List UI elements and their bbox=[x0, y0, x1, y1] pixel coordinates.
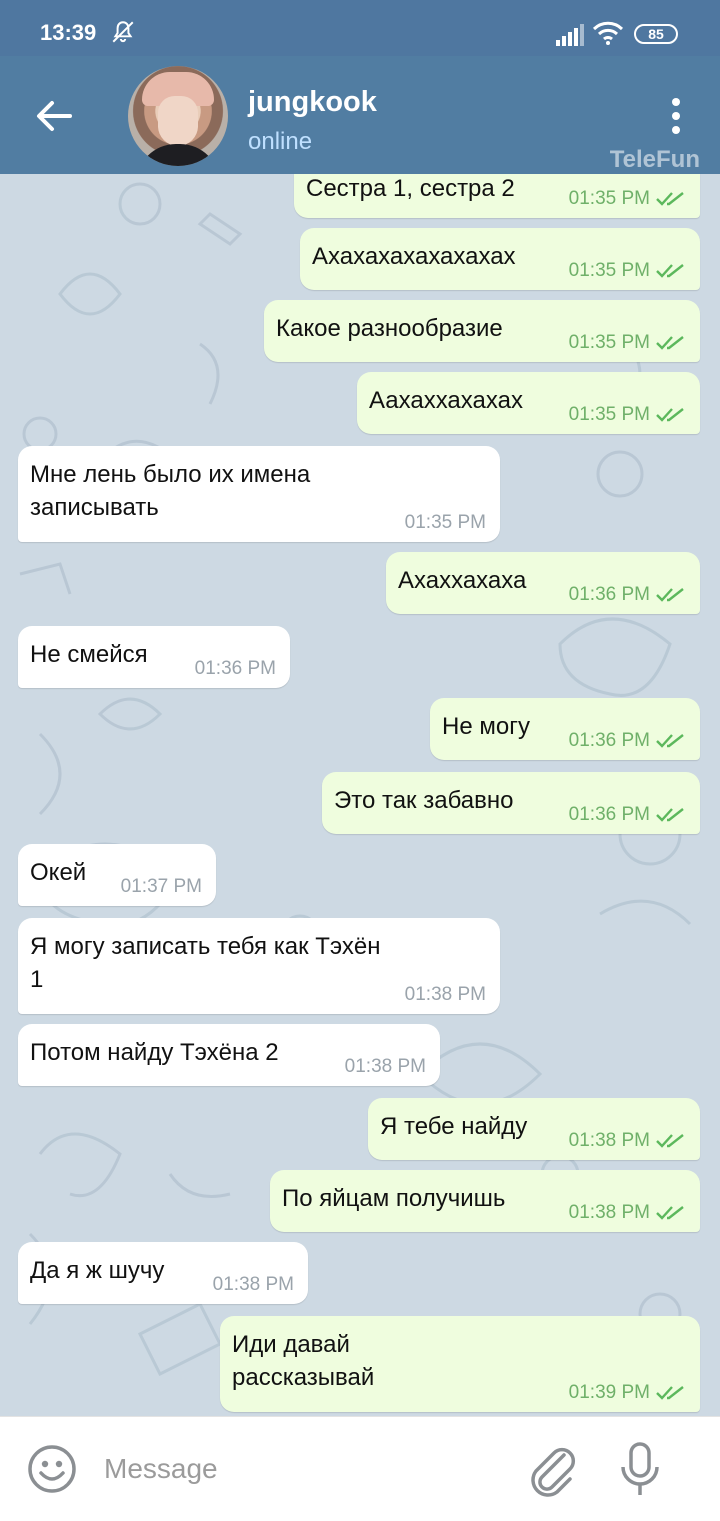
message-time: 01:38 PM bbox=[404, 984, 486, 1005]
double-check-icon bbox=[656, 1134, 684, 1148]
contact-status: online bbox=[248, 128, 313, 155]
attach-icon[interactable] bbox=[526, 1441, 578, 1497]
message-meta: 01:35 PM bbox=[569, 260, 686, 282]
message-time: 01:35 PM bbox=[568, 188, 650, 209]
message-bubble-outgoing[interactable]: Я тебе найду 01:38 PM bbox=[368, 1098, 700, 1160]
message-meta: 01:38 PM bbox=[569, 1202, 686, 1224]
message-bubble-outgoing[interactable]: Ахаххахаха 01:36 PM bbox=[386, 552, 700, 614]
message-time: 01:36 PM bbox=[568, 730, 650, 751]
status-bar: 13:39 85 bbox=[0, 0, 720, 56]
emoji-icon[interactable] bbox=[26, 1443, 78, 1495]
message-time: 01:36 PM bbox=[194, 658, 276, 679]
message-bubble-incoming[interactable]: Мне лень было их имена записывать 01:35 … bbox=[18, 446, 500, 542]
message-time: 01:38 PM bbox=[344, 1056, 426, 1077]
double-check-icon bbox=[656, 408, 684, 422]
message-bubble-incoming[interactable]: Да я ж шучу 01:38 PM bbox=[18, 1242, 308, 1304]
double-check-icon bbox=[656, 336, 684, 350]
back-arrow-icon[interactable] bbox=[32, 94, 76, 138]
double-check-icon bbox=[656, 734, 684, 748]
message-meta: 01:38 PM bbox=[345, 1056, 426, 1078]
double-check-icon bbox=[656, 1386, 684, 1400]
mic-icon[interactable] bbox=[618, 1441, 662, 1499]
message-time: 01:39 PM bbox=[568, 1382, 650, 1403]
double-check-icon bbox=[656, 264, 684, 278]
watermark: TeleFun bbox=[609, 146, 700, 173]
message-meta: 01:37 PM bbox=[121, 876, 202, 898]
message-time: 01:36 PM bbox=[568, 584, 650, 605]
wifi-icon bbox=[592, 21, 624, 45]
message-meta: 01:35 PM bbox=[405, 512, 486, 534]
message-meta: 01:39 PM bbox=[569, 1382, 686, 1404]
message-meta: 01:36 PM bbox=[195, 658, 276, 680]
message-time: 01:37 PM bbox=[120, 876, 202, 897]
avatar[interactable] bbox=[128, 66, 228, 166]
message-input[interactable]: Message bbox=[104, 1453, 218, 1485]
message-time: 01:38 PM bbox=[212, 1274, 294, 1295]
double-check-icon bbox=[656, 588, 684, 602]
bell-off-icon bbox=[112, 21, 134, 43]
message-bubble-incoming[interactable]: Потом найду Тэхёна 2 01:38 PM bbox=[18, 1024, 440, 1086]
signal-icon bbox=[556, 24, 584, 46]
message-meta: 01:35 PM bbox=[569, 188, 686, 210]
message-bubble-outgoing[interactable]: Иди давай рассказывай 01:39 PM bbox=[220, 1316, 700, 1412]
message-meta: 01:36 PM bbox=[569, 584, 686, 606]
status-time: 13:39 bbox=[40, 20, 97, 45]
message-bubble-outgoing[interactable]: Какое разнообразие 01:35 PM bbox=[264, 300, 700, 362]
message-bubble-outgoing[interactable]: Не могу 01:36 PM bbox=[430, 698, 700, 760]
message-bubble-incoming[interactable]: Не смейся 01:36 PM bbox=[18, 626, 290, 688]
message-meta: 01:38 PM bbox=[405, 984, 486, 1006]
message-time: 01:38 PM bbox=[568, 1130, 650, 1151]
message-input-bar: Message bbox=[0, 1416, 720, 1521]
message-meta: 01:36 PM bbox=[569, 804, 686, 826]
message-list[interactable]: Сестра 1, сестра 2 01:35 PM Ахахахахахах… bbox=[0, 174, 720, 1416]
message-meta: 01:35 PM bbox=[569, 332, 686, 354]
message-bubble-outgoing[interactable]: По яйцам получишь 01:38 PM bbox=[270, 1170, 700, 1232]
message-bubble-outgoing[interactable]: Ахахахахахахахах 01:35 PM bbox=[300, 228, 700, 290]
message-time: 01:35 PM bbox=[568, 260, 650, 281]
message-meta: 01:38 PM bbox=[213, 1274, 294, 1296]
double-check-icon bbox=[656, 808, 684, 822]
message-meta: 01:38 PM bbox=[569, 1130, 686, 1152]
message-time: 01:35 PM bbox=[404, 512, 486, 533]
message-time: 01:35 PM bbox=[568, 332, 650, 353]
contact-name[interactable]: jungkook bbox=[248, 86, 377, 119]
message-time: 01:36 PM bbox=[568, 804, 650, 825]
battery-icon: 85 bbox=[634, 24, 678, 44]
message-bubble-outgoing[interactable]: Это так забавно 01:36 PM bbox=[322, 772, 700, 834]
message-meta: 01:36 PM bbox=[569, 730, 686, 752]
message-time: 01:38 PM bbox=[568, 1202, 650, 1223]
double-check-icon bbox=[656, 192, 684, 206]
more-vert-icon[interactable] bbox=[664, 96, 688, 136]
double-check-icon bbox=[656, 1206, 684, 1220]
message-bubble-outgoing[interactable]: Аахаххахахах 01:35 PM bbox=[357, 372, 700, 434]
message-bubble-incoming[interactable]: Я могу записать тебя как Тэхён 1 01:38 P… bbox=[18, 918, 500, 1014]
message-meta: 01:35 PM bbox=[569, 404, 686, 426]
message-time: 01:35 PM bbox=[568, 404, 650, 425]
message-bubble-incoming[interactable]: Окей 01:37 PM bbox=[18, 844, 216, 906]
message-bubble-outgoing[interactable]: Сестра 1, сестра 2 01:35 PM bbox=[294, 174, 700, 218]
